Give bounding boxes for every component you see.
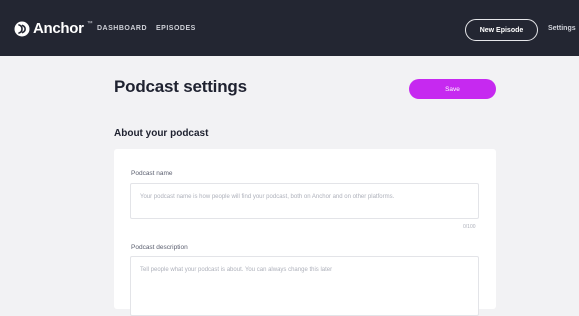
podcast-description-textarea[interactable]: Tell people what your podcast is about. … — [130, 256, 479, 316]
podcast-name-char-counter: 0/100 — [463, 224, 476, 230]
trademark-mark: ™ — [86, 20, 93, 27]
anchor-logo-icon — [14, 21, 30, 36]
nav-dashboard-link[interactable]: DASHBOARD — [97, 25, 147, 32]
top-nav-bar: Anchor ™ DASHBOARD EPISODES New Episode … — [0, 0, 579, 56]
section-title: About your podcast — [114, 128, 209, 139]
anchor-logo[interactable]: Anchor ™ — [14, 20, 93, 37]
page-title: Podcast settings — [114, 77, 247, 96]
podcast-name-placeholder: Your podcast name is how people will fin… — [140, 194, 395, 200]
save-button[interactable]: Save — [409, 79, 496, 99]
podcast-name-input[interactable]: Your podcast name is how people will fin… — [130, 183, 479, 219]
nav-episodes-link[interactable]: EPISODES — [156, 25, 196, 32]
brand-name: Anchor — [33, 20, 84, 37]
settings-link[interactable]: Settings — [548, 25, 576, 32]
podcast-description-label: Podcast description — [131, 244, 188, 251]
podcast-info-card: Podcast name Your podcast name is how pe… — [114, 149, 496, 316]
main-nav: DASHBOARD EPISODES — [97, 25, 196, 32]
podcast-name-label: Podcast name — [131, 170, 173, 177]
podcast-description-placeholder: Tell people what your podcast is about. … — [140, 267, 333, 273]
new-episode-button[interactable]: New Episode — [465, 19, 538, 41]
